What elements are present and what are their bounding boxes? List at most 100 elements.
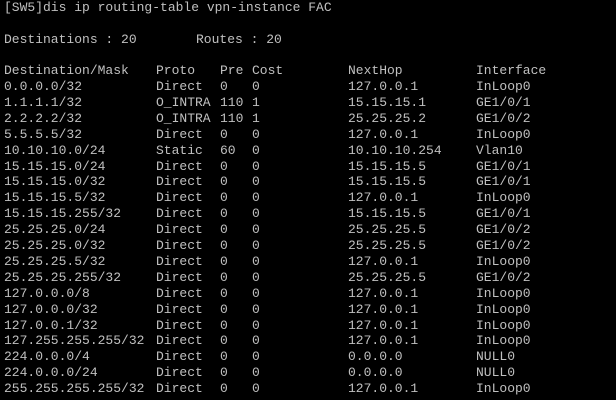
cell-proto: Direct (156, 349, 203, 365)
cell-proto: Direct (156, 381, 203, 397)
cell-destination: 25.25.25.5/32 (4, 253, 106, 269)
cell-cost: 0 (252, 317, 260, 333)
cell-nexthop: 127.0.0.1 (348, 317, 419, 333)
cell-interface: GE1/0/1 (476, 94, 531, 110)
table-header: Destination/Mask Proto Pre Cost NextHop … (4, 63, 604, 79)
cell-pre: 0 (220, 365, 228, 381)
command-line: [SW5]dis ip routing-table vpn-instance F… (4, 0, 332, 15)
cell-pre: 0 (220, 333, 228, 349)
cell-interface: InLoop0 (476, 190, 531, 206)
cell-destination: 15.15.15.255/32 (4, 206, 122, 222)
cell-proto: Direct (156, 222, 203, 238)
cell-proto: Direct (156, 158, 203, 174)
cell-cost: 0 (252, 349, 260, 365)
cell-nexthop: 15.15.15.1 (348, 94, 427, 110)
cell-cost: 0 (252, 333, 260, 349)
cell-nexthop: 127.0.0.1 (348, 381, 419, 397)
cell-cost: 0 (252, 285, 260, 301)
cell-destination: 127.0.0.0/32 (4, 301, 98, 317)
cell-proto: Direct (156, 333, 203, 349)
cell-pre: 110 (220, 110, 244, 126)
cell-cost: 0 (252, 126, 260, 142)
cell-nexthop: 25.25.25.5 (348, 222, 427, 238)
cell-proto: O_INTRA (156, 94, 211, 110)
cell-destination: 15.15.15.5/32 (4, 190, 106, 206)
cell-pre: 0 (220, 222, 228, 238)
cell-interface: InLoop0 (476, 126, 531, 142)
cell-pre: 60 (220, 142, 236, 158)
table-row: 255.255.255.255/32 Direct 0 0 127.0.0.1 InLoo… (4, 381, 604, 397)
cell-interface: InLoop0 (476, 285, 531, 301)
cell-interface: NULL0 (476, 365, 516, 381)
cell-interface: NULL0 (476, 349, 516, 365)
table-row: 15.15.15.0/32 Direct 0 0 15.15.15.5 GE1/0/1 (4, 174, 604, 190)
header-pre: Pre (220, 63, 244, 78)
cell-nexthop: 127.0.0.1 (348, 79, 419, 94)
header-proto: Proto (156, 63, 196, 78)
cell-proto: O_INTRA (156, 110, 211, 126)
cell-pre: 0 (220, 301, 228, 317)
cell-cost: 0 (252, 206, 260, 222)
cell-destination: 255.255.255.255/32 (4, 381, 145, 397)
cell-cost: 0 (252, 365, 260, 381)
cell-nexthop: 25.25.25.5 (348, 269, 427, 285)
cell-destination: 10.10.10.0/24 (4, 142, 106, 158)
header-interface: Interface (476, 63, 547, 78)
cell-interface: GE1/0/1 (476, 174, 531, 190)
cell-interface: GE1/0/2 (476, 238, 531, 253)
cell-proto: Static (156, 142, 203, 158)
cell-destination: 15.15.15.0/24 (4, 158, 106, 174)
cell-proto: Direct (156, 206, 203, 222)
cell-nexthop: 127.0.0.1 (348, 253, 419, 269)
cell-cost: 0 (252, 158, 260, 174)
table-row: 0.0.0.0/32 Direct 0 0 127.0.0.1 InLoop0 (4, 79, 604, 95)
cell-destination: 5.5.5.5/32 (4, 126, 83, 142)
cell-destination: 25.25.25.0/24 (4, 222, 106, 238)
cell-pre: 0 (220, 317, 228, 333)
cell-nexthop: 15.15.15.5 (348, 158, 427, 174)
cell-pre: 0 (220, 206, 228, 222)
header-cost: Cost (252, 63, 284, 78)
cell-nexthop: 127.0.0.1 (348, 333, 419, 349)
cell-interface: GE1/0/2 (476, 222, 531, 238)
table-row: 25.25.25.0/32 Direct 0 0 25.25.25.5 GE1/0/2 (4, 238, 604, 254)
cell-pre: 0 (220, 174, 228, 190)
cell-interface: InLoop0 (476, 79, 531, 94)
cell-proto: Direct (156, 253, 203, 269)
cell-interface: InLoop0 (476, 333, 531, 349)
table-row: 25.25.25.5/32 Direct 0 0 127.0.0.1 InLoop0 (4, 254, 604, 270)
cell-interface: Vlan10 (476, 142, 523, 158)
terminal-window[interactable]: [SW5]dis ip routing-table vpn-instance F… (0, 0, 616, 400)
cell-pre: 0 (220, 158, 228, 174)
table-row: 127.255.255.255/32 Direct 0 0 127.0.0.1 InLoo… (4, 333, 604, 349)
cell-cost: 0 (252, 301, 260, 317)
cell-destination: 224.0.0.0/4 (4, 349, 90, 365)
cell-destination: 1.1.1.1/32 (4, 94, 83, 110)
cell-proto: Direct (156, 190, 203, 206)
cell-pre: 0 (220, 349, 228, 365)
cell-interface: InLoop0 (476, 301, 531, 317)
destinations-count: Destinations : 20 (4, 32, 137, 47)
cell-nexthop: 0.0.0.0 (348, 365, 403, 381)
table-row: 1.1.1.1/32 O_INTRA 110 1 15.15.15.1 GE1/0/1 (4, 95, 604, 111)
cell-destination: 15.15.15.0/32 (4, 174, 106, 190)
cell-proto: Direct (156, 269, 203, 285)
cell-cost: 0 (252, 269, 260, 285)
table-row: 2.2.2.2/32 O_INTRA 110 1 25.25.25.2 GE1/0/2 (4, 111, 604, 127)
cell-proto: Direct (156, 301, 203, 317)
cell-pre: 0 (220, 285, 228, 301)
table-row: 25.25.25.255/32 Direct 0 0 25.25.25.5 GE1/0/2 (4, 270, 604, 286)
cell-cost: 0 (252, 253, 260, 269)
table-row: 224.0.0.0/24 Direct 0 0 0.0.0.0 NULL0 (4, 365, 604, 381)
cell-pre: 110 (220, 94, 244, 110)
table-row: 15.15.15.255/32 Direct 0 0 15.15.15.5 GE1/0/1 (4, 206, 604, 222)
cell-interface: GE1/0/1 (476, 206, 531, 222)
cell-pre: 0 (220, 253, 228, 269)
header-destination-mask: Destination/Mask (4, 63, 129, 78)
cell-pre: 0 (220, 269, 228, 285)
table-row: 5.5.5.5/32 Direct 0 0 127.0.0.1 InLoop0 (4, 127, 604, 143)
cell-cost: 0 (252, 79, 260, 94)
table-row: 224.0.0.0/4 Direct 0 0 0.0.0.0 NULL0 (4, 349, 604, 365)
summary-line: Destinations : 20 Routes : 20 (4, 32, 604, 48)
cell-interface: InLoop0 (476, 253, 531, 269)
